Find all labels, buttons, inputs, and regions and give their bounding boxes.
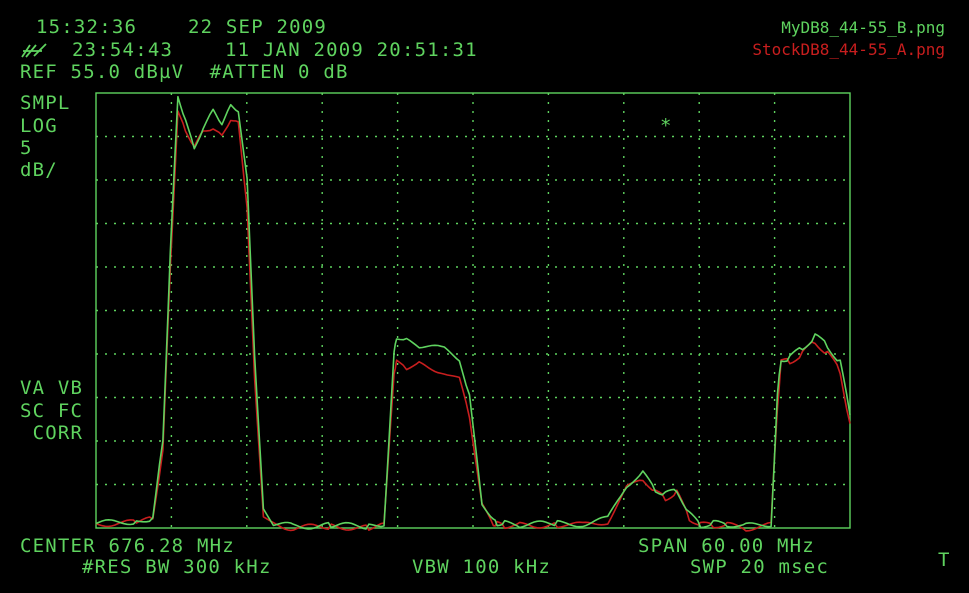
scale-per-div: 5 bbox=[20, 137, 33, 159]
span: SPAN 60.00 MHz bbox=[638, 535, 815, 557]
correction-label: CORR bbox=[20, 422, 84, 444]
time-2: 23:54:43 bbox=[72, 39, 174, 61]
reference-level: REF 55.0 dBµV #ATTEN 0 dB bbox=[20, 61, 349, 83]
graticule bbox=[95, 92, 851, 529]
video-bandwidth: VBW 100 kHz bbox=[412, 556, 552, 578]
trace-mydb8-b bbox=[95, 95, 851, 530]
date-2: 11 JAN 2009 20:51:31 bbox=[225, 39, 478, 61]
corner-indicator: T bbox=[938, 549, 951, 571]
spectrum-plot bbox=[95, 92, 851, 532]
trace-sc-fc: SC FC bbox=[20, 400, 84, 422]
center-frequency: CENTER 676.28 MHz bbox=[20, 535, 235, 557]
detector-mode: SMPL bbox=[20, 92, 71, 114]
legend-entry-b: MyDB8_44-55_B.png bbox=[781, 18, 945, 37]
trace-va-vb: VA VB bbox=[20, 377, 84, 399]
sweep-time: SWP 20 msec bbox=[690, 556, 830, 578]
scale-unit: dB/ bbox=[20, 159, 58, 181]
resolution-bandwidth: #RES BW 300 kHz bbox=[82, 556, 272, 578]
time-1: 15:32:36 bbox=[36, 16, 138, 38]
trace-compare-icon bbox=[21, 43, 47, 58]
scale-type: LOG bbox=[20, 115, 58, 137]
date-1: 22 SEP 2009 bbox=[188, 16, 328, 38]
traces bbox=[95, 95, 851, 532]
legend-entry-a: StockDB8_44-55_A.png bbox=[752, 40, 945, 59]
marker-symbol: * bbox=[660, 115, 673, 137]
